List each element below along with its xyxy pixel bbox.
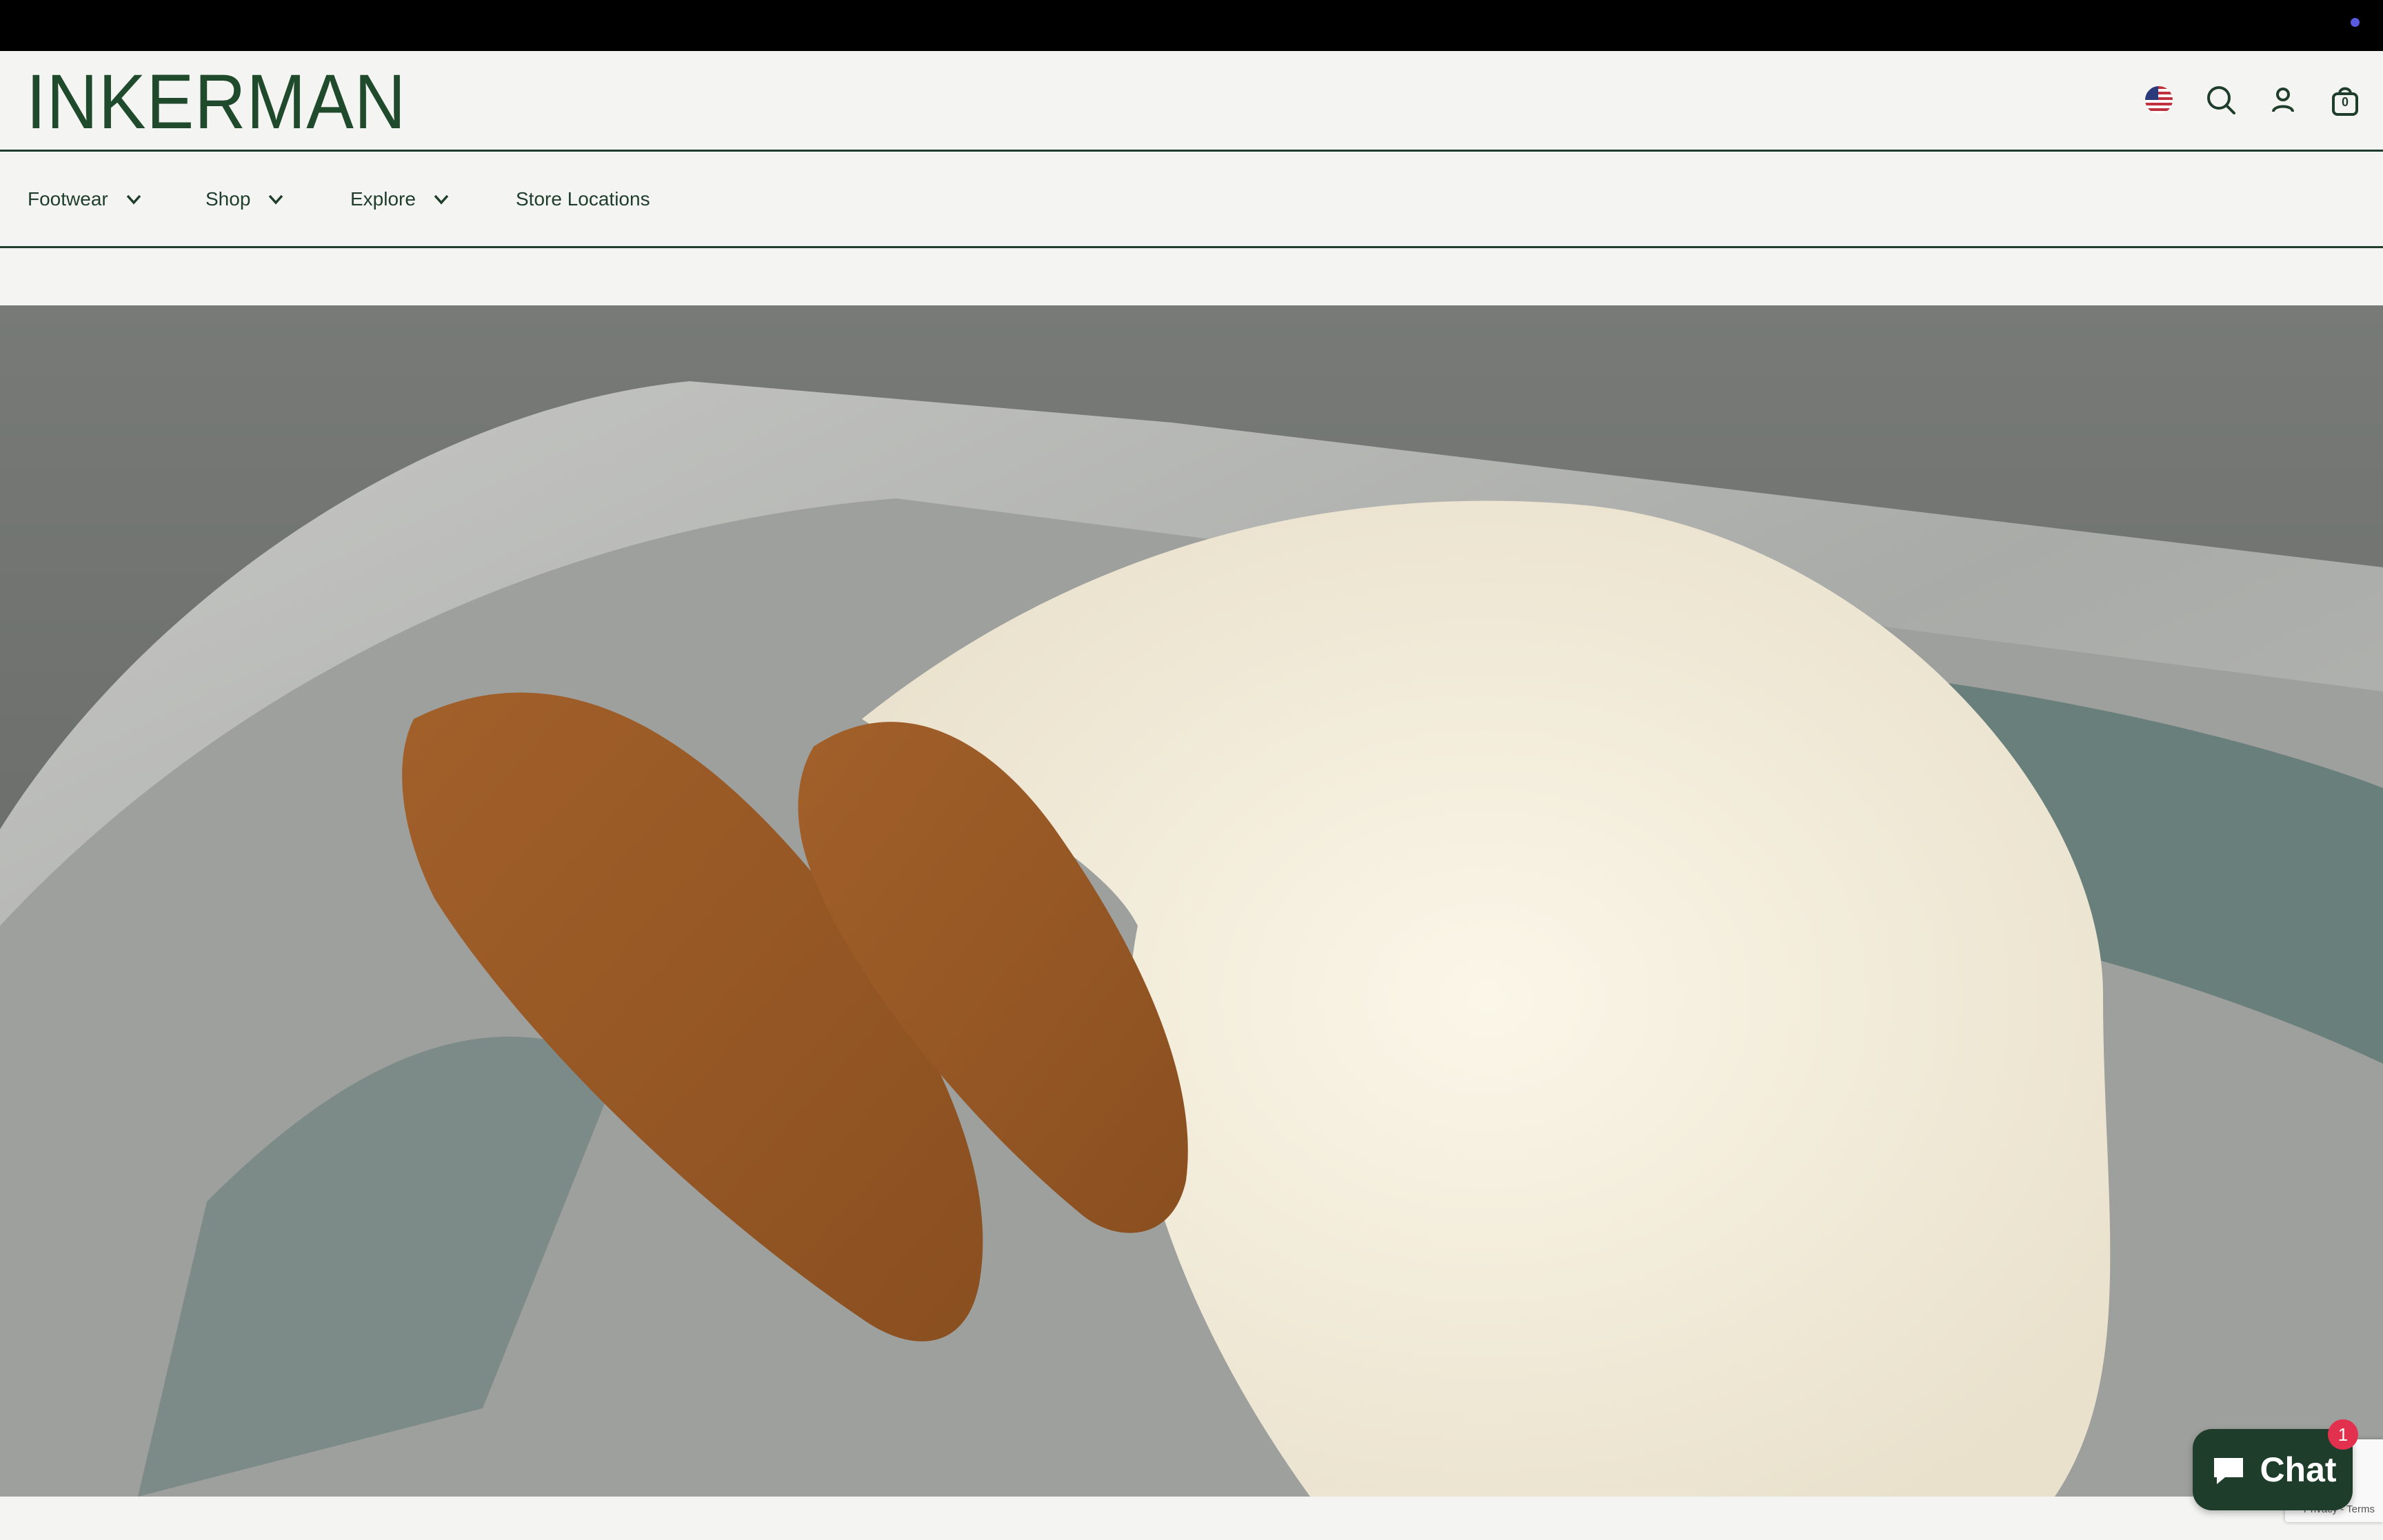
nav-explore-label: Explore: [350, 188, 416, 210]
chat-button[interactable]: Chat 1: [2193, 1419, 2358, 1510]
bag-icon[interactable]: 0: [2326, 81, 2364, 119]
site-logo[interactable]: INKERMAN: [26, 63, 406, 141]
chevron-down-icon: [126, 194, 141, 205]
nav-store-locations-label: Store Locations: [516, 188, 650, 210]
nav-footwear[interactable]: Footwear: [28, 152, 144, 246]
nav-explore[interactable]: Explore: [350, 152, 452, 246]
chat-label: Chat: [2260, 1450, 2337, 1489]
account-icon[interactable]: [2264, 81, 2302, 119]
page-bottom: [0, 1497, 2383, 1540]
nav-store-locations[interactable]: Store Locations: [516, 152, 650, 246]
chat-bubble-icon: [2214, 1458, 2244, 1484]
chat-notification-badge: 1: [2328, 1419, 2358, 1450]
nav-footwear-label: Footwear: [28, 188, 108, 210]
search-icon[interactable]: [2202, 81, 2240, 119]
spacer: [0, 248, 2383, 305]
hero-image[interactable]: [0, 305, 2383, 1497]
nav-shop[interactable]: Shop: [205, 152, 286, 246]
cart-count: 0: [2341, 95, 2349, 109]
chevron-down-icon: [269, 194, 283, 205]
nav-shop-label: Shop: [205, 188, 251, 210]
header-icons: 0: [2140, 81, 2364, 119]
announcement-bar: [0, 0, 2383, 51]
us-flag-icon[interactable]: [2140, 81, 2178, 119]
chevron-down-icon: [434, 194, 449, 205]
site-header: INKERMAN 0: [0, 51, 2383, 152]
status-dot: [2351, 18, 2360, 27]
main-nav: Footwear Shop Explore Store Locations: [0, 152, 2383, 248]
